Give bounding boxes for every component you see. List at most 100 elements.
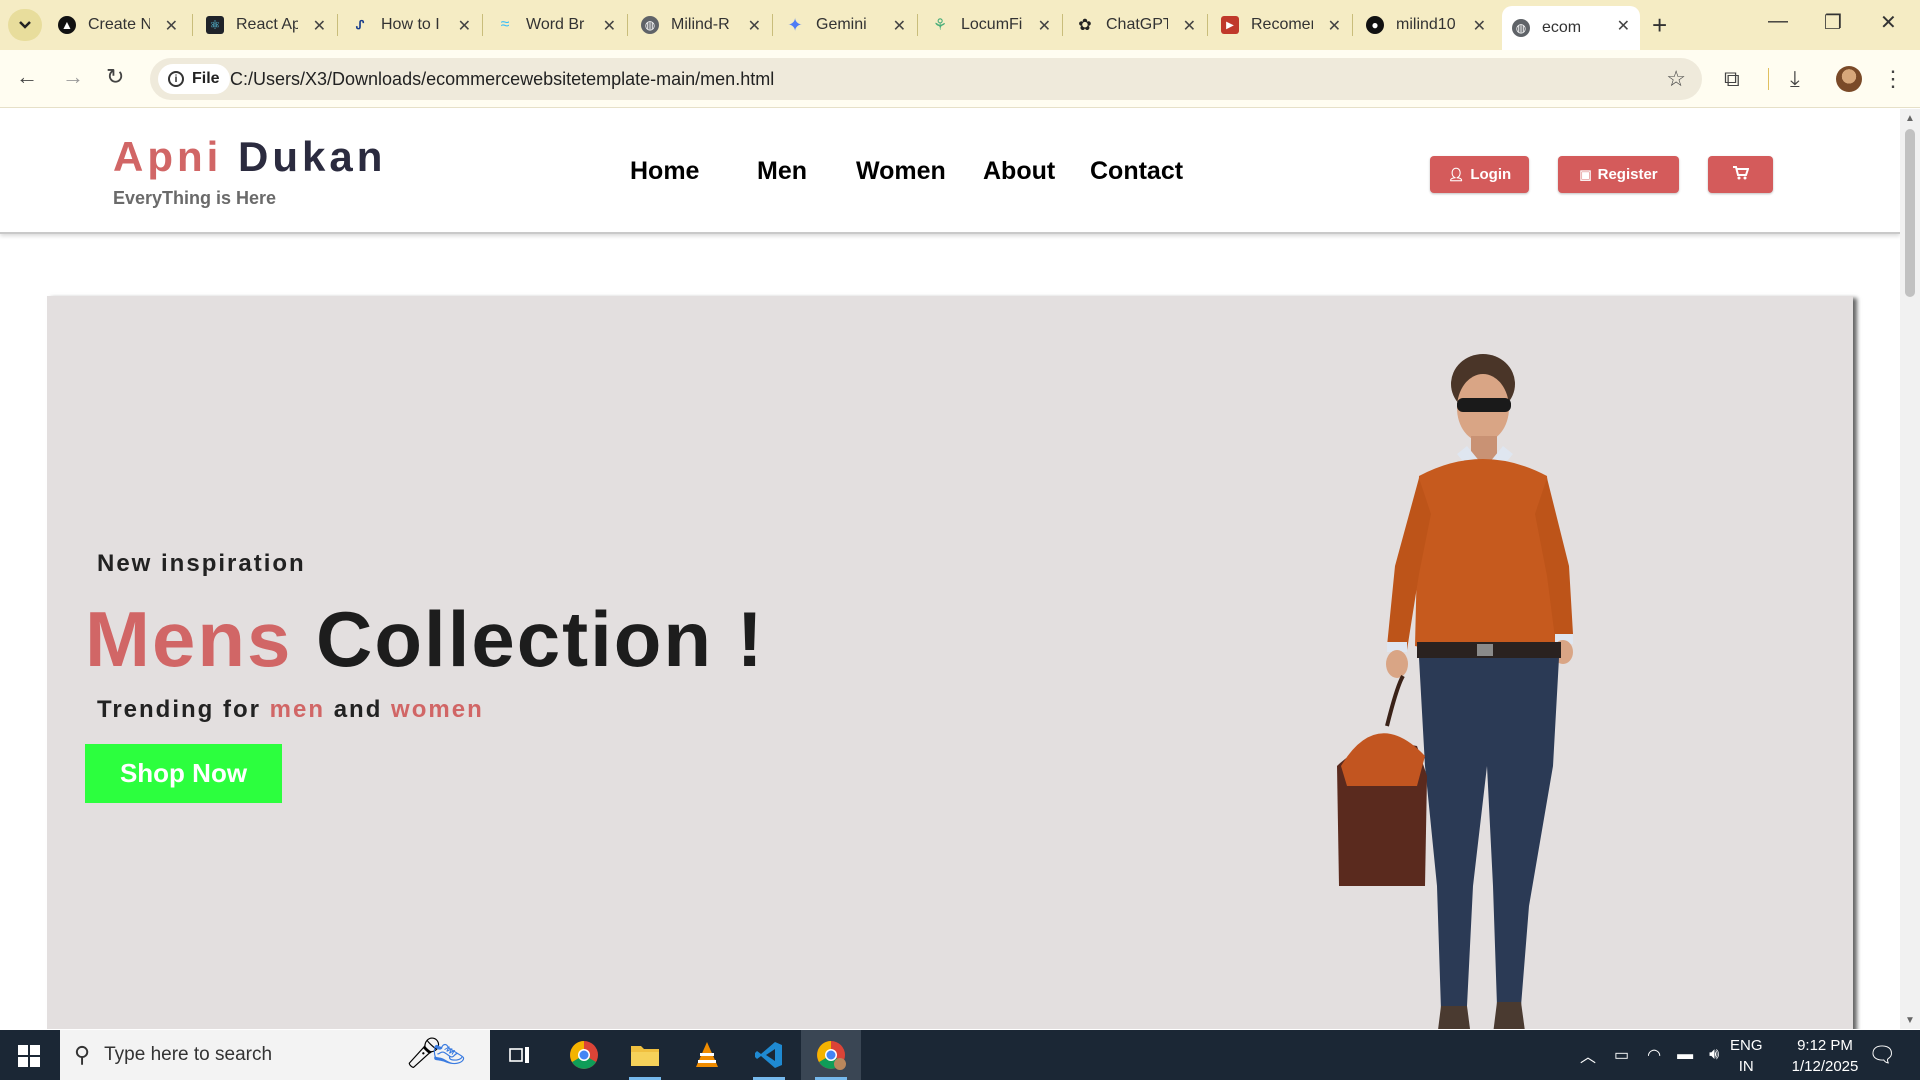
hero-title-rest: Collection ! bbox=[292, 595, 765, 683]
sneaker-icon: 👟︎ bbox=[430, 1039, 469, 1072]
task-view-icon[interactable] bbox=[490, 1030, 550, 1080]
profile-avatar[interactable] bbox=[1836, 66, 1862, 92]
close-icon[interactable]: ✕ bbox=[603, 16, 616, 36]
browser-tab[interactable]: ◍ Milind-R ✕ bbox=[631, 6, 771, 44]
site-logo[interactable]: Apni Dukan bbox=[113, 133, 386, 181]
browser-tab-active[interactable]: ◍ ecom ✕ bbox=[1502, 6, 1640, 50]
recommender-icon: ▶ bbox=[1221, 16, 1239, 34]
chevron-up-icon[interactable]: ︿ bbox=[1580, 1043, 1596, 1067]
close-icon[interactable]: ✕ bbox=[165, 16, 178, 36]
chatgpt-icon: ✿ bbox=[1078, 17, 1092, 34]
tab-title: React Ap bbox=[236, 16, 298, 33]
trend-and: and bbox=[325, 696, 392, 723]
browser-toolbar: ← → ↻ i File C:/Users/X3/Downloads/ecomm… bbox=[0, 50, 1920, 108]
trend-men: men bbox=[269, 696, 326, 723]
page-scrollbar[interactable]: ▲ ▼ bbox=[1900, 109, 1920, 1029]
nav-men[interactable]: Men bbox=[757, 157, 807, 186]
close-icon[interactable]: ✕ bbox=[458, 16, 471, 36]
browser-tab[interactable]: ᔑ How to I ✕ bbox=[341, 6, 481, 44]
close-icon[interactable]: ✕ bbox=[1473, 16, 1486, 36]
new-tab-plus-icon[interactable]: + bbox=[1652, 10, 1667, 41]
site-header: Apni Dukan EveryThing is Here Home Men W… bbox=[0, 109, 1900, 234]
hero-title: Mens Collection ! bbox=[85, 594, 765, 685]
volume-icon[interactable]: 🔊︎ bbox=[1709, 1046, 1719, 1064]
hero-model-image bbox=[1337, 354, 1573, 1029]
login-button[interactable]: 👤︎ Login bbox=[1430, 156, 1529, 193]
browser-tab[interactable]: ▲ Create N ✕ bbox=[48, 6, 188, 44]
url-text[interactable]: C:/Users/X3/Downloads/ecommercewebsitete… bbox=[230, 69, 774, 90]
search-icon: ⚲ bbox=[74, 1042, 91, 1067]
hero-banner: New inspiration Mens Collection ! Trendi… bbox=[47, 296, 1853, 1029]
vlc-icon[interactable] bbox=[677, 1030, 737, 1080]
trend-women: women bbox=[391, 696, 484, 723]
register-label: Register bbox=[1597, 166, 1658, 183]
browser-tab[interactable]: ▶ Recomer ✕ bbox=[1211, 6, 1351, 44]
meet-now-icon[interactable]: ▭ bbox=[1614, 1045, 1629, 1065]
register-button[interactable]: ▣ Register bbox=[1558, 156, 1679, 193]
tab-title: Create N bbox=[88, 16, 150, 33]
nav-contact[interactable]: Contact bbox=[1090, 157, 1183, 186]
globe-icon: ◍ bbox=[1512, 19, 1530, 37]
tab-title: Milind-R bbox=[671, 16, 730, 33]
address-bar[interactable]: i File C:/Users/X3/Downloads/ecommercewe… bbox=[150, 58, 1702, 100]
tab-title: milind10 bbox=[1396, 16, 1456, 33]
close-icon[interactable]: ✕ bbox=[1038, 16, 1051, 36]
shop-now-button[interactable]: Shop Now bbox=[85, 744, 282, 803]
menu-kebab-icon[interactable]: ⋮ bbox=[1882, 66, 1904, 92]
nav-home[interactable]: Home bbox=[630, 157, 699, 186]
region-code: IN bbox=[1738, 1058, 1754, 1075]
close-icon[interactable]: ✕ bbox=[893, 16, 906, 36]
forward-arrow-icon[interactable]: → bbox=[62, 64, 84, 90]
download-icon[interactable]: ⤓ bbox=[1790, 66, 1800, 92]
taskbar-search-box[interactable]: ⚲ Type here to search 🎤︎ 👟︎ bbox=[60, 1030, 490, 1080]
tab-title: Recomer bbox=[1251, 16, 1313, 33]
reload-icon[interactable]: ↻ bbox=[106, 64, 124, 90]
web-page: Apni Dukan EveryThing is Here Home Men W… bbox=[0, 109, 1900, 1029]
chrome-icon[interactable] bbox=[554, 1030, 614, 1080]
cart-icon bbox=[1732, 165, 1749, 184]
tab-title: How to I bbox=[381, 16, 440, 33]
scrollbar-thumb[interactable] bbox=[1905, 129, 1915, 297]
battery-icon[interactable]: ▬ bbox=[1677, 1046, 1693, 1064]
site-info-chip[interactable]: i File bbox=[158, 64, 230, 94]
tab-search-chevron-icon[interactable] bbox=[8, 9, 42, 41]
back-arrow-icon[interactable]: ← bbox=[16, 64, 38, 90]
windows-start-icon[interactable] bbox=[18, 1045, 40, 1072]
close-icon[interactable]: ✕ bbox=[1183, 16, 1196, 36]
site-tagline: EveryThing is Here bbox=[113, 188, 277, 208]
close-icon[interactable]: ✕ bbox=[1328, 16, 1341, 36]
browser-tab[interactable]: ≈ Word Br ✕ bbox=[486, 6, 626, 44]
scroll-down-icon[interactable]: ▼ bbox=[1905, 1015, 1915, 1026]
scroll-up-icon[interactable]: ▲ bbox=[1905, 113, 1915, 124]
close-icon[interactable]: ✕ bbox=[1617, 16, 1630, 36]
close-window-icon[interactable]: ✕ bbox=[1880, 10, 1897, 35]
logo-part-1: Apni bbox=[113, 133, 223, 180]
file-explorer-icon[interactable] bbox=[615, 1030, 675, 1080]
browser-tab[interactable]: ✿ ChatGPT ✕ bbox=[1066, 6, 1206, 44]
close-icon[interactable]: ✕ bbox=[313, 16, 326, 36]
extensions-puzzle-icon[interactable]: ⧉ bbox=[1724, 66, 1740, 92]
chrome-active-icon[interactable] bbox=[801, 1030, 861, 1080]
circle-dark-icon: ▲ bbox=[58, 16, 76, 34]
language-indicator[interactable]: ENG IN bbox=[1730, 1035, 1763, 1077]
nav-women[interactable]: Women bbox=[856, 157, 946, 186]
cart-button[interactable] bbox=[1708, 156, 1773, 193]
vscode-icon[interactable] bbox=[739, 1030, 799, 1080]
browser-tab[interactable]: ⚘ LocumFi ✕ bbox=[921, 6, 1061, 44]
nav-about[interactable]: About bbox=[983, 157, 1055, 186]
browser-tab-strip: ▲ Create N ✕ ⚛ React Ap ✕ ᔑ How to I ✕ ≈… bbox=[0, 0, 1920, 50]
browser-tab[interactable]: ✦ Gemini ✕ bbox=[776, 6, 916, 44]
close-icon[interactable]: ✕ bbox=[748, 16, 761, 36]
windows-taskbar: ⚲ Type here to search 🎤︎ 👟︎ ︿ ▭ ◠ ▬ 🔊︎ E… bbox=[0, 1030, 1920, 1080]
minimize-icon[interactable]: — bbox=[1768, 10, 1788, 33]
file-label: File bbox=[192, 70, 220, 87]
wifi-icon[interactable]: ◠ bbox=[1647, 1045, 1661, 1065]
restore-icon[interactable]: ❐ bbox=[1824, 10, 1842, 35]
bookmark-star-icon[interactable]: ☆ bbox=[1666, 66, 1686, 92]
browser-tab[interactable]: ⚛ React Ap ✕ bbox=[196, 6, 336, 44]
globe-icon: ◍ bbox=[641, 16, 659, 34]
hero-subtitle: New inspiration bbox=[97, 550, 306, 577]
system-clock[interactable]: 9:12 PM 1/12/2025 bbox=[1770, 1035, 1880, 1077]
browser-tab[interactable]: ● milind10 ✕ bbox=[1356, 6, 1496, 44]
notifications-icon[interactable]: 🗨︎ bbox=[1868, 1042, 1896, 1068]
